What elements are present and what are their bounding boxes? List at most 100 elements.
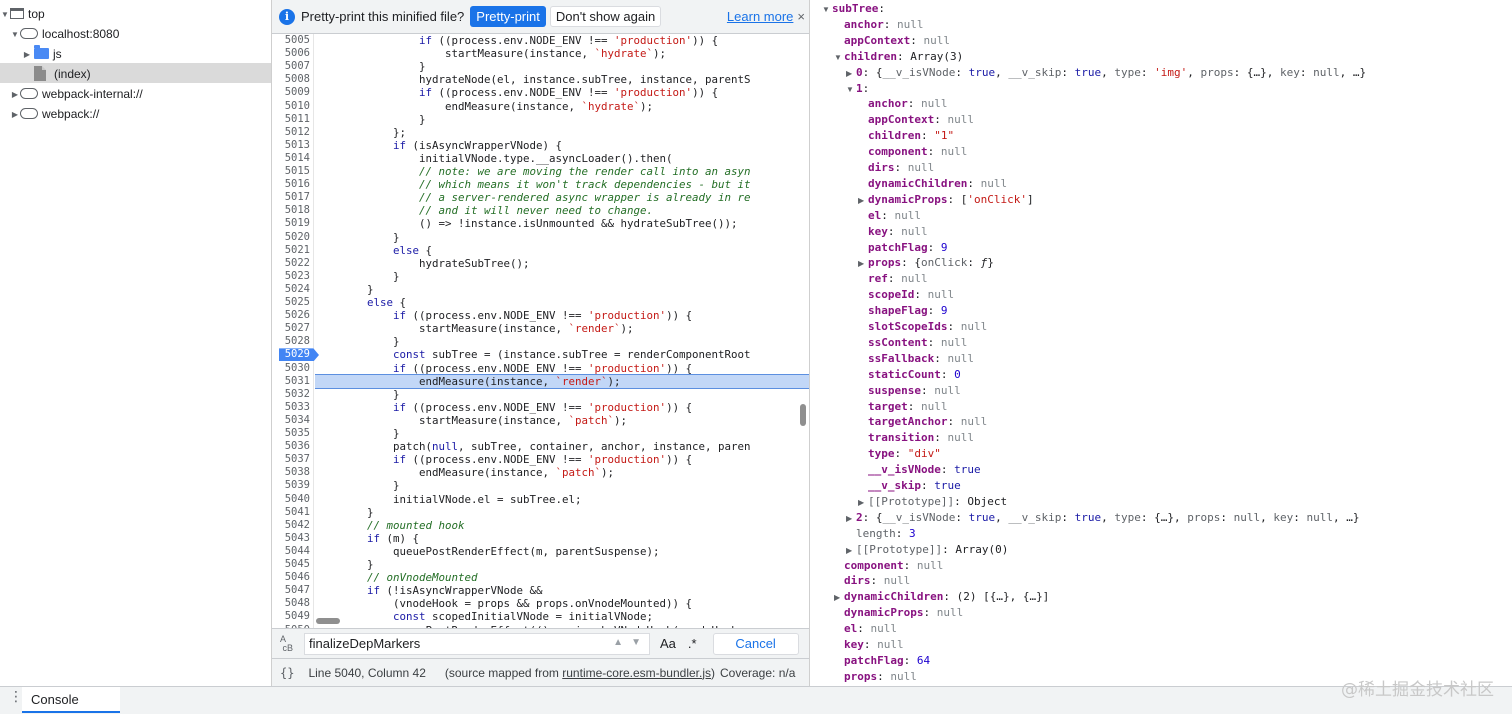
scope-property-row[interactable]: component: null <box>834 558 943 574</box>
scope-property-row[interactable]: ssContent: null <box>858 335 967 351</box>
code-line[interactable]: const scopedInitialVNode = initialVNode; <box>315 610 653 623</box>
close-icon[interactable]: × <box>797 9 805 24</box>
scope-property-row[interactable]: appContext: null <box>858 112 974 128</box>
scope-property-row[interactable]: ▼ 1: <box>846 81 869 97</box>
scope-property-row[interactable]: ▶ 2: {__v_isVNode: true, __v_skip: true, … <box>846 510 1359 526</box>
code-line[interactable]: } <box>315 283 374 296</box>
code-line[interactable]: patch(null, subTree, container, anchor, … <box>315 440 751 453</box>
scope-property-row[interactable]: dynamicChildren: null <box>858 176 1007 192</box>
cancel-button[interactable]: Cancel <box>712 632 799 655</box>
line-number[interactable]: 5041 <box>272 506 313 519</box>
line-number[interactable]: 5010 <box>272 100 313 113</box>
learn-more-link[interactable]: Learn more <box>727 9 793 24</box>
expand-right-icon[interactable]: ▶ <box>858 495 868 511</box>
code-line[interactable]: }; <box>315 126 406 139</box>
code-line[interactable]: queuePostRenderEffect(m, parentSuspense)… <box>315 545 660 558</box>
line-number[interactable]: 5025 <box>272 296 313 309</box>
expand-right-icon[interactable]: ▶ <box>834 590 844 606</box>
line-number[interactable]: 5023 <box>272 270 313 283</box>
line-number[interactable]: 5009 <box>272 86 313 99</box>
line-number[interactable]: 5042 <box>272 519 313 532</box>
code-line[interactable]: initialVNode.type.__asyncLoader().then( <box>315 152 673 165</box>
line-number[interactable]: 5039 <box>272 479 313 492</box>
scope-property-row[interactable]: patchFlag: 64 <box>834 653 930 669</box>
code-line[interactable]: } <box>315 479 400 492</box>
code-line[interactable]: startMeasure(instance, `patch`); <box>315 414 627 427</box>
expand-right-icon[interactable]: ▶ <box>10 105 20 125</box>
code-area[interactable]: if ((process.env.NODE_ENV !== 'productio… <box>315 34 809 628</box>
horizontal-scrollbar[interactable] <box>316 618 340 624</box>
line-number[interactable]: 5021 <box>272 244 313 257</box>
source-file-link[interactable]: runtime-core.esm-bundler.js <box>562 666 711 680</box>
expand-right-icon[interactable]: ▶ <box>846 511 856 527</box>
code-line[interactable]: } <box>315 427 400 440</box>
code-line[interactable]: // onVnodeMounted <box>315 571 478 584</box>
scope-property-row[interactable]: patchFlag: 9 <box>858 240 947 256</box>
scope-property-row[interactable]: ▶ dynamicProps: ['onClick'] <box>858 192 1034 208</box>
line-number[interactable]: 5007 <box>272 60 313 73</box>
expand-right-icon[interactable]: ▶ <box>858 193 868 209</box>
scope-property-row[interactable]: dynamicProps: null <box>834 605 963 621</box>
line-number[interactable]: 5031 <box>272 375 313 388</box>
scope-property-row[interactable]: slotScopeIds: null <box>858 319 987 335</box>
line-number[interactable]: 5038 <box>272 466 313 479</box>
line-number[interactable]: 5022 <box>272 257 313 270</box>
line-number[interactable]: 5016 <box>272 178 313 191</box>
code-line[interactable]: (vnodeHook = props && props.onVnodeMount… <box>315 597 692 610</box>
code-line[interactable]: // note: we are moving the render call i… <box>315 165 751 178</box>
code-line[interactable]: if ((process.env.NODE_ENV !== 'productio… <box>315 401 692 414</box>
code-line[interactable]: // which means it won't track dependenci… <box>315 178 751 191</box>
code-line[interactable]: endMeasure(instance, `patch`); <box>315 466 614 479</box>
pretty-print-button[interactable]: Pretty-print <box>470 6 546 27</box>
line-number[interactable]: 5020 <box>272 231 313 244</box>
line-number-gutter[interactable]: 5005 5006 5007 5008 5009 5010 5011 5012 5013 5014… <box>272 34 319 636</box>
scope-property-row[interactable]: ▶ [[Prototype]]: Object <box>858 494 1007 510</box>
expand-down-icon[interactable]: ▼ <box>834 50 844 66</box>
line-number[interactable]: 5037 <box>272 453 313 466</box>
scope-property-row[interactable]: ▶ [[Prototype]]: Array(0) <box>846 542 1008 558</box>
line-number[interactable]: 5013 <box>272 139 313 152</box>
code-line[interactable]: if ((process.env.NODE_ENV !== 'productio… <box>315 86 718 99</box>
line-number[interactable]: 5014 <box>272 152 313 165</box>
line-number[interactable]: 5030 <box>272 362 313 375</box>
code-line[interactable]: endMeasure(instance, `hydrate`); <box>315 100 653 113</box>
line-number[interactable]: 5048 <box>272 597 313 610</box>
search-input[interactable]: finalizeDepMarkers ▲ ▼ <box>304 632 650 655</box>
tree-item-top[interactable]: ▼ top <box>0 3 271 23</box>
line-number[interactable]: 5047 <box>272 584 313 597</box>
line-number[interactable]: 5040 <box>272 493 313 506</box>
code-line[interactable]: startMeasure(instance, `render`); <box>315 322 634 335</box>
line-number[interactable]: 5024 <box>272 283 313 296</box>
line-number[interactable]: 5026 <box>272 309 313 322</box>
current-execution-line[interactable]: endMeasure(instance, `render`); <box>315 373 809 389</box>
regex-button[interactable]: .* <box>688 636 697 651</box>
code-line[interactable]: } <box>315 231 400 244</box>
line-number[interactable]: 5012 <box>272 126 313 139</box>
line-number[interactable]: 5015 <box>272 165 313 178</box>
code-line[interactable]: // a server-rendered async wrapper is al… <box>315 191 751 204</box>
scope-property-row[interactable]: length: 3 <box>846 526 916 542</box>
breakpoint-marker[interactable]: 5029 <box>279 348 319 362</box>
expand-right-icon[interactable]: ▶ <box>858 256 868 272</box>
scope-property-row[interactable]: ref: null <box>858 271 928 287</box>
scope-property-row[interactable]: type: "div" <box>858 446 941 462</box>
code-line[interactable]: if ((process.env.NODE_ENV !== 'productio… <box>315 453 692 466</box>
line-number[interactable]: 5044 <box>272 545 313 558</box>
line-number[interactable]: 5008 <box>272 73 313 86</box>
code-line[interactable]: // and it will never need to change. <box>315 204 653 217</box>
scope-property-row[interactable]: scopeId: null <box>858 287 954 303</box>
scope-property-row[interactable]: targetAnchor: null <box>858 414 987 430</box>
scope-property-row[interactable]: ssFallback: null <box>858 351 974 367</box>
code-line[interactable]: // mounted hook <box>315 519 465 532</box>
tree-item-localhost[interactable]: ▼ localhost:8080 <box>0 23 271 43</box>
scope-property-row[interactable]: __v_isVNode: true <box>858 462 981 478</box>
code-line[interactable]: const subTree = (instance.subTree = rend… <box>315 348 751 361</box>
scope-property-row[interactable]: ▶ props: {onClick: ƒ} <box>858 255 994 271</box>
code-line[interactable]: } <box>315 506 374 519</box>
line-number[interactable]: 5034 <box>272 414 313 427</box>
line-number[interactable]: 5046 <box>272 571 313 584</box>
expand-right-icon[interactable]: ▶ <box>22 45 32 65</box>
code-line[interactable]: if ((process.env.NODE_ENV !== 'productio… <box>315 362 692 375</box>
code-line[interactable]: else { <box>315 244 432 257</box>
scope-property-row[interactable]: key: null <box>858 224 928 240</box>
